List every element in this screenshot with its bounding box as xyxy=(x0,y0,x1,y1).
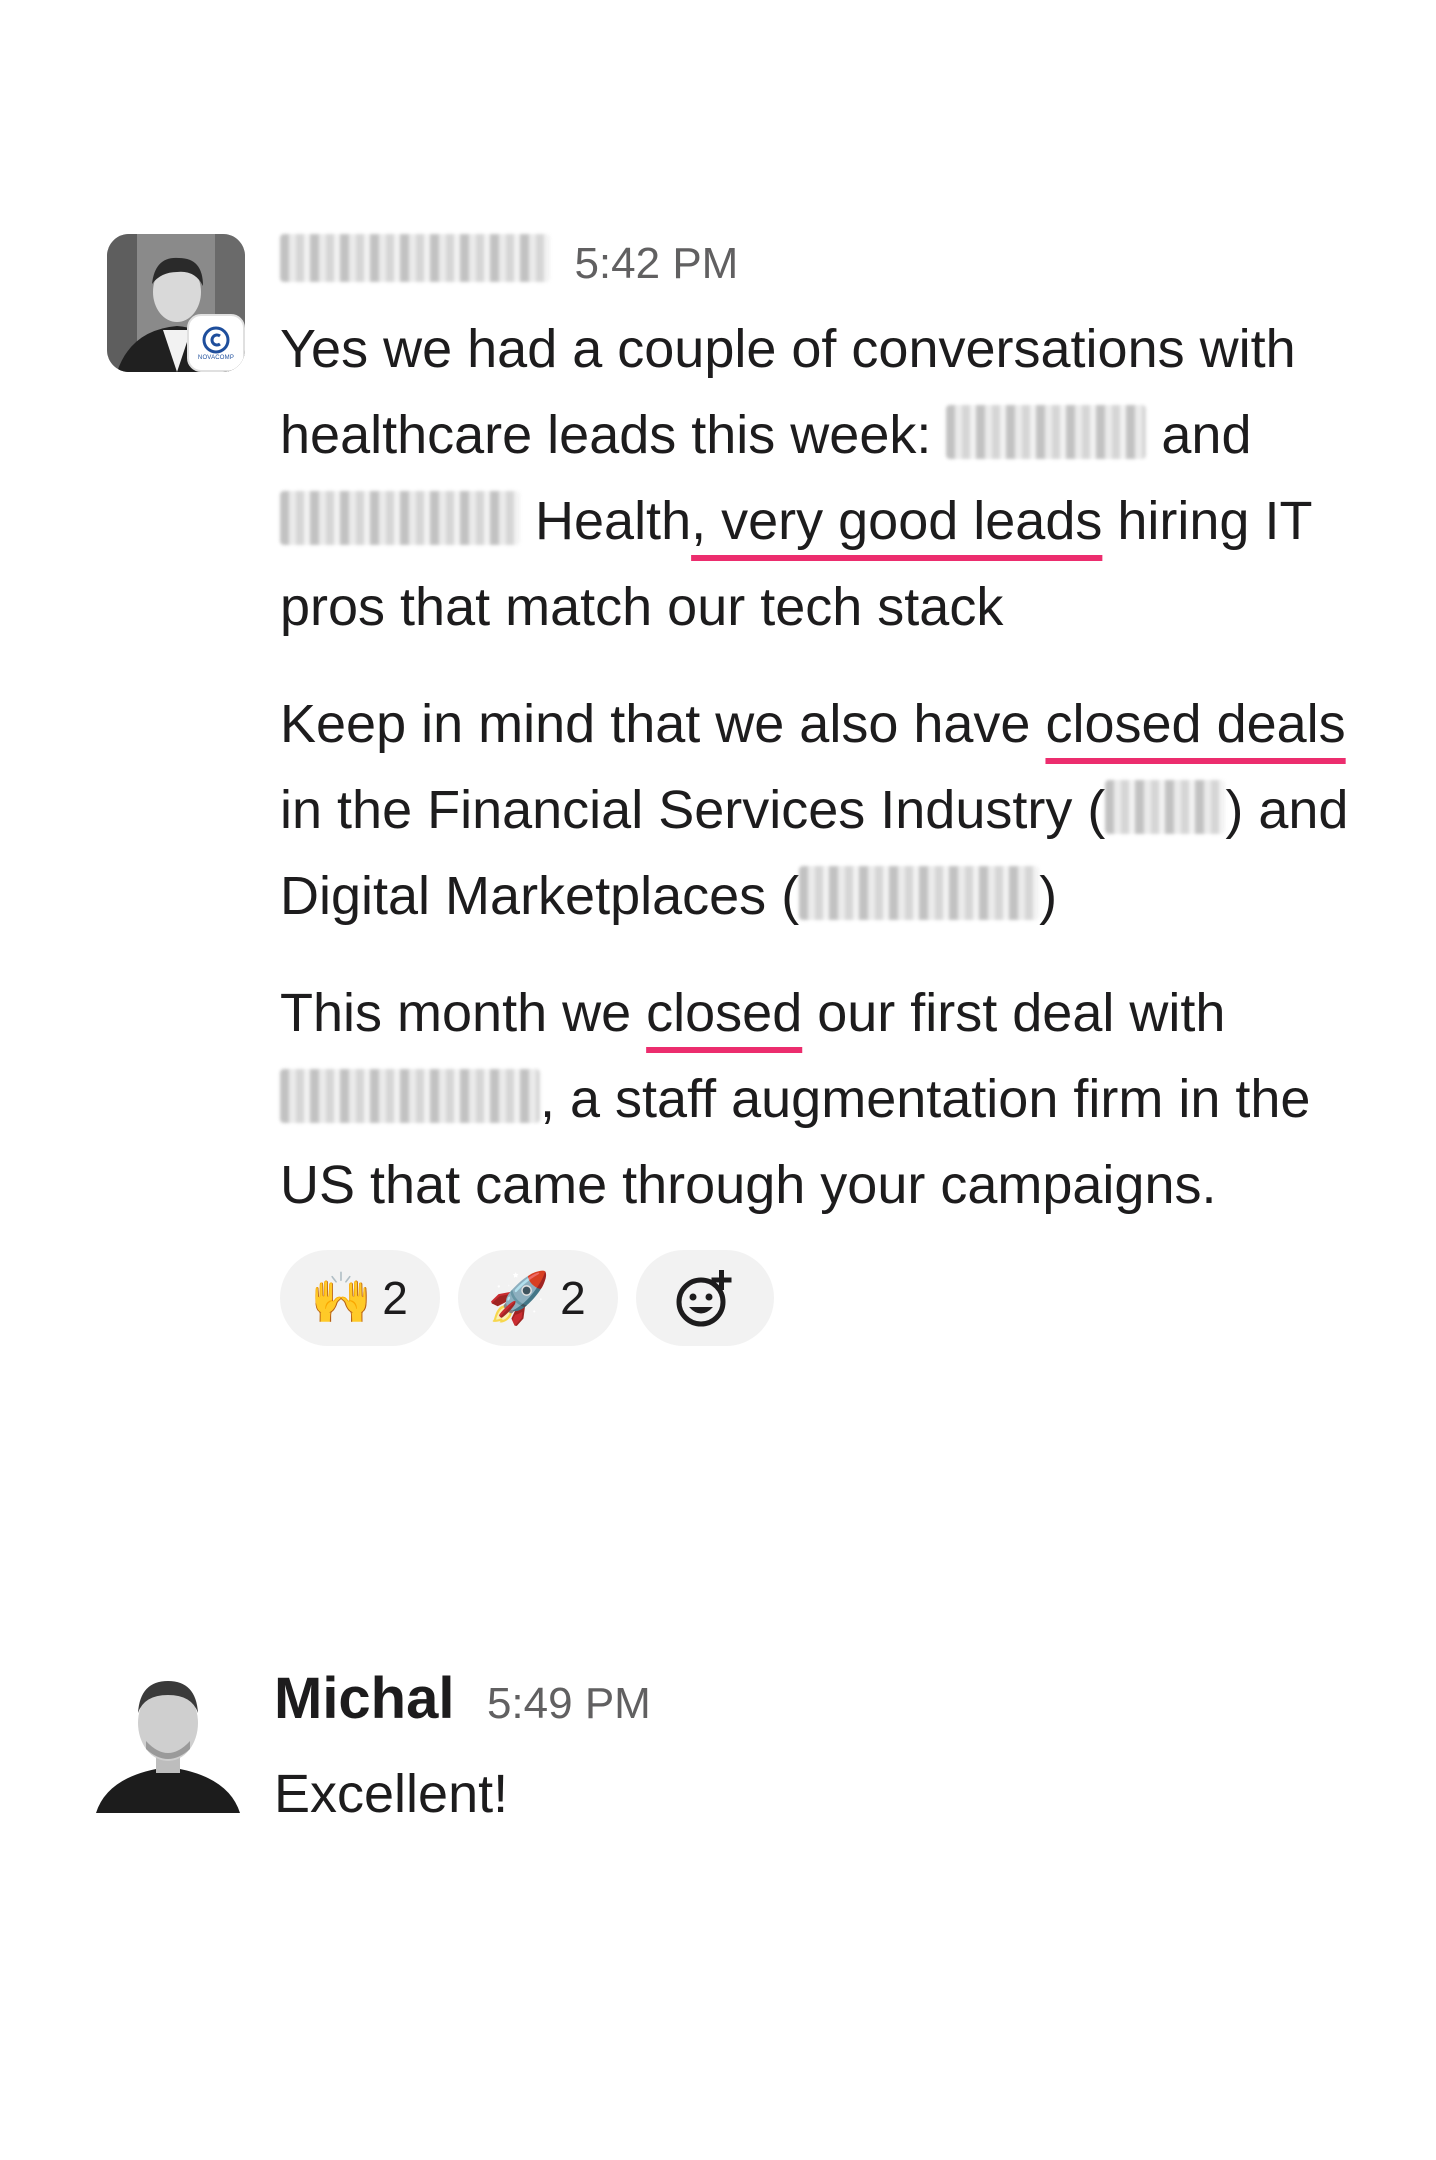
profile-photo xyxy=(94,1665,242,1813)
redacted-company-name xyxy=(799,866,1040,921)
avatar[interactable] xyxy=(94,1665,242,1813)
redacted-company-name xyxy=(946,405,1147,460)
timestamp[interactable]: 5:42 PM xyxy=(574,239,738,288)
message-text: Yes we had a couple of conversations wit… xyxy=(280,306,1400,1228)
timestamp[interactable]: 5:49 PM xyxy=(487,1679,651,1728)
redacted-company-name xyxy=(280,1069,540,1124)
rocket-emoji-icon: 🚀 xyxy=(487,1270,551,1326)
highlighted-text: closed xyxy=(646,983,803,1043)
sender-name[interactable]: Michal xyxy=(274,1666,455,1731)
reaction-rocket[interactable]: 🚀 2 xyxy=(457,1250,618,1346)
message-text-span: and xyxy=(1146,405,1252,465)
message-text-span: ) xyxy=(1039,866,1058,926)
message-text: Excellent! xyxy=(274,1764,509,1824)
reactions-bar: 🙌 2 🚀 2 xyxy=(280,1250,1400,1346)
message-header: Michal 5:49 PM xyxy=(274,1665,1394,1751)
redacted-company-name xyxy=(1105,780,1226,835)
company-badge: NOVACOMP xyxy=(187,314,245,372)
message-text-span: in the Financial Services Industry ( xyxy=(280,780,1106,840)
avatar[interactable]: NOVACOMP xyxy=(107,234,245,372)
message-text-span: our first deal with xyxy=(802,983,1226,1043)
message-paragraph: Keep in mind that we also have closed de… xyxy=(280,681,1400,939)
redacted-sender-name[interactable] xyxy=(280,234,550,282)
message-paragraph: Yes we had a couple of conversations wit… xyxy=(280,306,1400,650)
message-body: Michal 5:49 PM Excellent! xyxy=(274,1665,1394,1837)
company-badge-text: NOVACOMP xyxy=(197,355,235,361)
company-logo-icon xyxy=(202,326,230,354)
message-body: 5:42 PM Yes we had a couple of conversat… xyxy=(280,234,1400,1346)
add-reaction-icon xyxy=(676,1270,732,1327)
message-text-span: Health xyxy=(520,491,692,551)
highlighted-text: , very good leads xyxy=(691,491,1103,551)
reaction-count: 2 xyxy=(382,1272,408,1324)
message-header: 5:42 PM xyxy=(280,234,1400,306)
message-text-span: Keep in mind that we also have xyxy=(280,694,1046,754)
reaction-count: 2 xyxy=(560,1272,586,1324)
add-reaction-button[interactable] xyxy=(635,1250,774,1346)
highlighted-text: closed deals xyxy=(1045,694,1346,754)
raising-hands-emoji-icon: 🙌 xyxy=(310,1270,373,1326)
message-text-span: This month we xyxy=(280,983,647,1043)
message-paragraph: This month we closed our first deal with… xyxy=(280,970,1400,1228)
redacted-company-name xyxy=(280,491,520,546)
reaction-raising-hands[interactable]: 🙌 2 xyxy=(280,1250,440,1346)
